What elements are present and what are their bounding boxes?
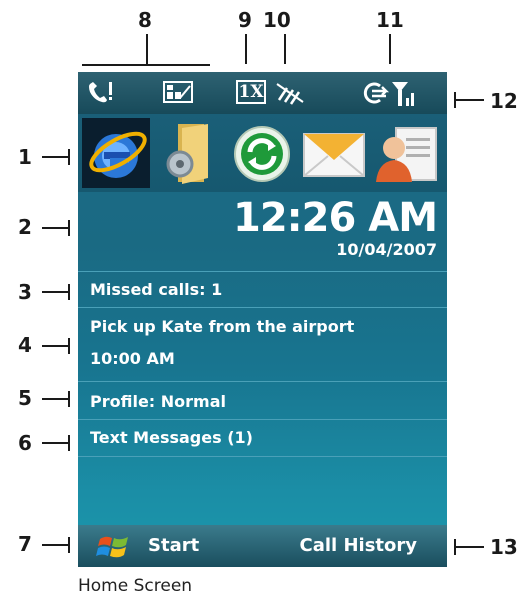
text-messages-item[interactable]: Text Messages (1)	[78, 419, 447, 457]
signal-strength-icon[interactable]	[390, 80, 420, 112]
missed-calls-label: Missed calls: 1	[90, 280, 223, 299]
appointment-title: Pick up Kate from the airport	[90, 317, 355, 336]
clock-date: 10/04/2007	[336, 240, 437, 259]
callout-2-tick	[68, 220, 70, 236]
callout-8-line	[146, 34, 148, 64]
soft-key-bar: Start Call History	[78, 525, 447, 567]
callout-7-line	[42, 544, 70, 546]
contacts-icon[interactable]	[372, 118, 440, 188]
1x-network-icon[interactable]: 1X	[236, 80, 266, 104]
windows-flag-icon	[96, 533, 132, 566]
1x-network-label: 1X	[236, 80, 266, 104]
settings-folder-icon[interactable]	[156, 118, 224, 188]
figure-caption: Home Screen	[78, 576, 193, 596]
callout-10: 10	[263, 8, 291, 32]
callout-8: 8	[138, 8, 152, 32]
callout-13: 13	[490, 535, 518, 559]
call-history-label: Call History	[299, 535, 418, 556]
callout-6-tick	[68, 435, 70, 451]
messaging-icon[interactable]	[300, 118, 368, 188]
callout-4-line	[42, 345, 70, 347]
text-messages-label: Text Messages (1)	[90, 428, 253, 447]
callout-8-bracket	[82, 64, 210, 66]
callout-6: 6	[18, 431, 32, 455]
data-connection-icon[interactable]	[362, 80, 392, 110]
phone-home-screen: 1X 12:26 AM 10/04/2007 Missed calls: 1 P…	[78, 72, 447, 567]
clock-time: 12:26 AM	[232, 195, 438, 241]
battery-sim-icon[interactable]	[162, 80, 196, 108]
start-label: Start	[148, 535, 200, 556]
callout-4: 4	[18, 333, 32, 357]
appointment-item[interactable]: Pick up Kate from the airport 10:00 AM	[78, 307, 447, 381]
callout-5: 5	[18, 386, 32, 410]
sync-icon[interactable]	[228, 118, 296, 188]
start-button[interactable]: Start	[96, 531, 226, 561]
callout-12: 12	[490, 89, 518, 113]
status-bar: 1X	[78, 72, 447, 114]
callout-4-tick	[68, 338, 70, 354]
callout-7-tick	[68, 537, 70, 553]
profile-label: Profile: Normal	[90, 392, 226, 411]
callout-11-line	[389, 34, 391, 64]
callout-1: 1	[18, 145, 32, 169]
callout-6-line	[42, 442, 70, 444]
callout-11: 11	[376, 8, 404, 32]
phone-voicemail-icon[interactable]	[86, 80, 116, 110]
no-data-icon[interactable]	[275, 80, 305, 110]
callout-5-tick	[68, 391, 70, 407]
profile-item[interactable]: Profile: Normal	[78, 381, 447, 419]
callout-10-line	[284, 34, 286, 64]
callout-12-line	[454, 99, 484, 101]
callout-3-tick	[68, 284, 70, 300]
appointment-time: 10:00 AM	[90, 349, 175, 368]
callout-1-tick	[68, 149, 70, 165]
callout-13-tick	[454, 539, 456, 555]
internet-explorer-icon[interactable]	[82, 118, 150, 188]
callout-7: 7	[18, 532, 32, 556]
callout-12-tick	[454, 92, 456, 108]
callout-3-line	[42, 291, 70, 293]
callout-2-line	[42, 227, 70, 229]
callout-9: 9	[238, 8, 252, 32]
callout-2: 2	[18, 215, 32, 239]
app-launcher-bar	[78, 114, 447, 192]
clock-block[interactable]: 12:26 AM 10/04/2007	[232, 195, 438, 259]
callout-13-line	[454, 546, 484, 548]
callout-1-line	[42, 156, 70, 158]
callout-3: 3	[18, 280, 32, 304]
callout-5-line	[42, 398, 70, 400]
callout-9-line	[245, 34, 247, 64]
missed-calls-item[interactable]: Missed calls: 1	[78, 271, 447, 307]
call-history-button[interactable]: Call History	[300, 535, 418, 556]
